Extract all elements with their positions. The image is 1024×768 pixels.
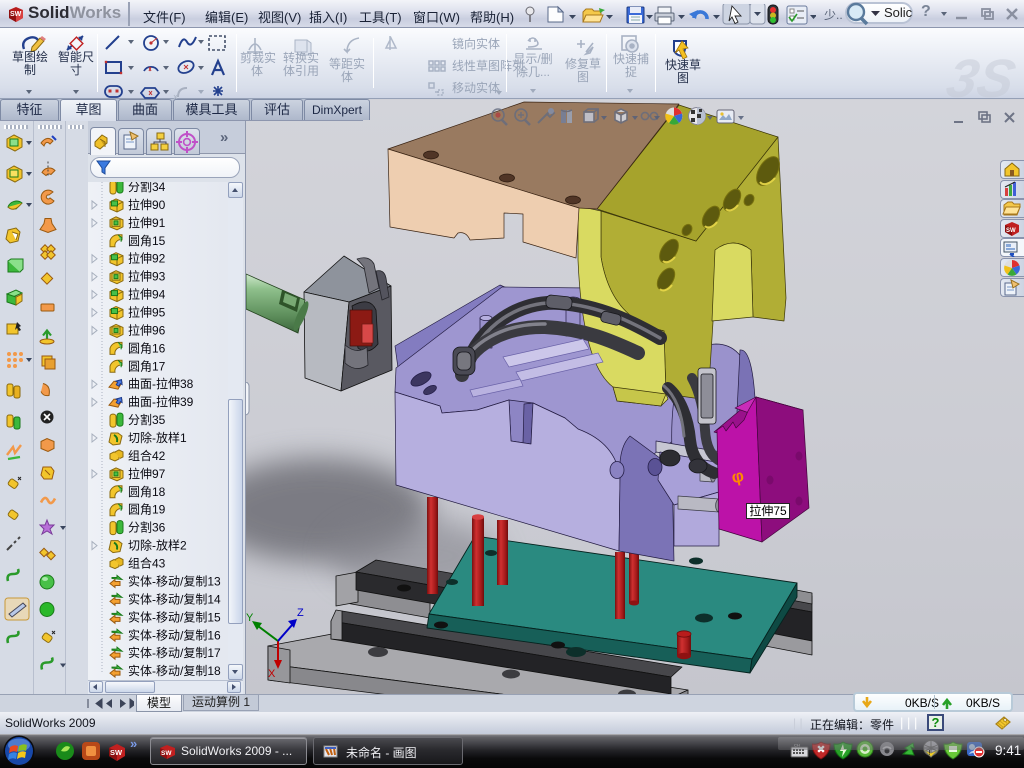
svg-text:组合43: 组合43 <box>128 556 166 571</box>
svg-text:曲面-拉伸39: 曲面-拉伸39 <box>128 394 194 409</box>
svg-text:切除-放样1: 切除-放样1 <box>128 430 187 445</box>
svg-text:实体-移动/复制15: 实体-移动/复制15 <box>128 609 221 624</box>
svg-text:SW: SW <box>10 11 22 18</box>
svg-text:拉伸93: 拉伸93 <box>128 269 166 284</box>
svg-text:分割36: 分割36 <box>128 520 166 535</box>
svg-text:实体-移动/复制14: 实体-移动/复制14 <box>128 591 221 606</box>
svg-text:拉伸95: 拉伸95 <box>128 305 166 320</box>
svg-text:!: ! <box>929 750 931 757</box>
svg-text:拉伸90: 拉伸90 <box>128 197 166 212</box>
svg-text:曲面-拉伸38: 曲面-拉伸38 <box>128 376 194 391</box>
svg-text:拉伸91: 拉伸91 <box>128 215 166 230</box>
svg-text:SW: SW <box>1006 228 1016 234</box>
svg-text:SW: SW <box>110 748 123 757</box>
svg-text:圆角16: 圆角16 <box>128 341 166 355</box>
svg-text:实体-移动/复制13: 实体-移动/复制13 <box>128 573 221 588</box>
svg-text:圆角18: 圆角18 <box>128 485 166 499</box>
svg-text:实体-移动/复制17: 实体-移动/复制17 <box>128 645 221 660</box>
svg-text:Y: Y <box>246 612 254 624</box>
svg-text:拉伸92: 拉伸92 <box>128 251 166 266</box>
svg-text:实体-移动/复制18: 实体-移动/复制18 <box>128 663 221 678</box>
svg-text:分割34: 分割34 <box>128 182 166 194</box>
svg-text:SW: SW <box>161 750 172 757</box>
svg-text:圆角17: 圆角17 <box>128 359 166 373</box>
svg-text:圆角19: 圆角19 <box>128 503 166 517</box>
svg-text:组合42: 组合42 <box>128 448 166 463</box>
svg-text:拉伸96: 拉伸96 <box>128 322 166 337</box>
svg-text:分割35: 分割35 <box>128 412 166 427</box>
svg-text:X: X <box>268 668 276 680</box>
svg-text:拉伸97: 拉伸97 <box>128 466 166 481</box>
svg-text:实体-移动/复制16: 实体-移动/复制16 <box>128 627 221 642</box>
svg-text:Z: Z <box>297 607 304 619</box>
svg-text:圆角15: 圆角15 <box>128 234 166 248</box>
svg-text:切除-放样2: 切除-放样2 <box>128 538 187 553</box>
svg-text:拉伸94: 拉伸94 <box>128 287 166 302</box>
